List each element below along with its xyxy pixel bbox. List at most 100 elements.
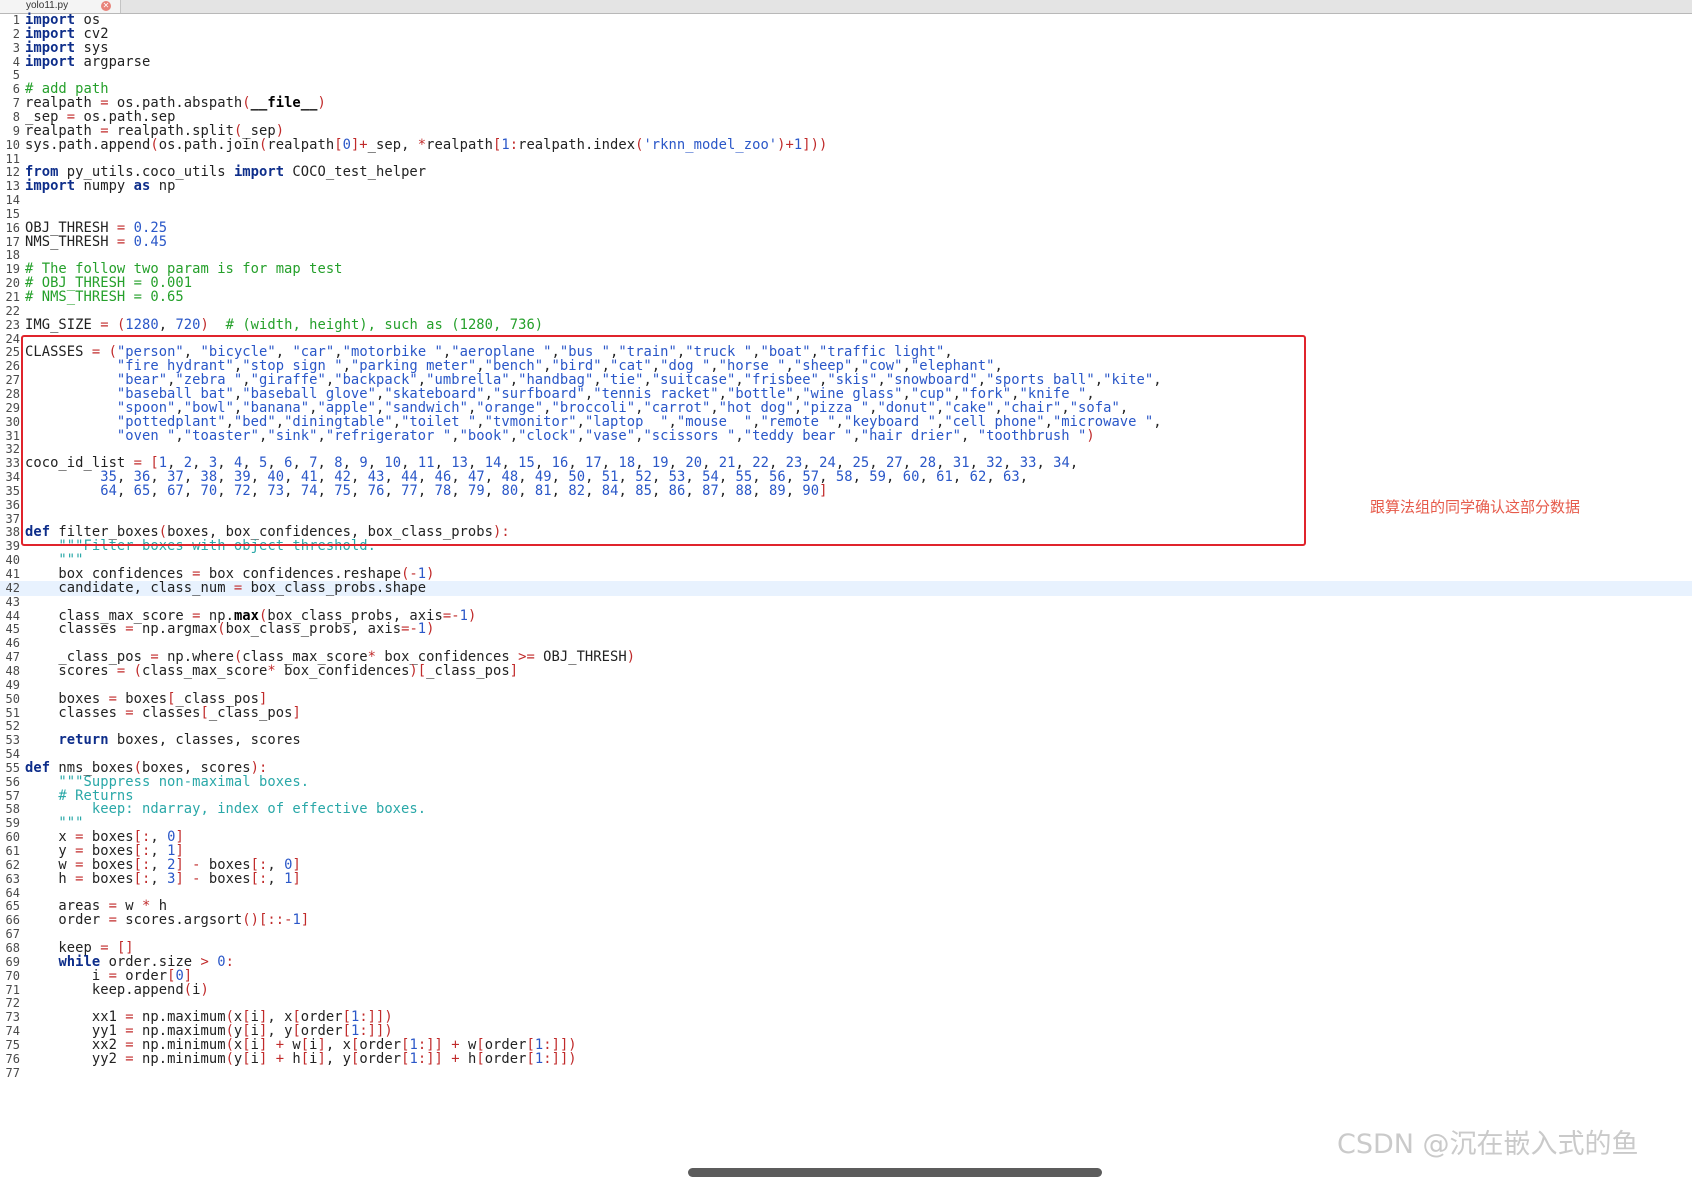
code-line[interactable]: 70 i = order[0] xyxy=(0,968,1692,984)
line-number: 63 xyxy=(5,871,20,886)
line-number: 22 xyxy=(5,303,20,318)
code-line[interactable]: 4 import argparse xyxy=(0,54,1692,70)
line-number: 21 xyxy=(5,290,20,304)
code-line[interactable]: 21 # NMS_THRESH = 0.65 xyxy=(0,290,1692,305)
line-number: 66 xyxy=(5,913,20,928)
code-line[interactable]: 71 keep.append(i) xyxy=(0,982,1692,998)
tab-bar: yolo11.py ✕ xyxy=(0,0,1692,14)
line-number: 28 xyxy=(5,386,20,401)
code-line[interactable]: 66 order = scores.argsort()[::-1] xyxy=(0,913,1692,928)
code-line[interactable]: 42 candidate, class_num = box_class_prob… xyxy=(0,579,1692,596)
line-number: 76 xyxy=(5,1051,20,1066)
code-line[interactable]: 60 x = boxes[:, 0] xyxy=(0,830,1692,845)
line-number: 53 xyxy=(5,733,20,748)
line-number: 72 xyxy=(5,996,20,1011)
code-text: classes = classes[_class_pos] xyxy=(25,704,301,721)
line-number: 77 xyxy=(5,1065,20,1080)
line-number: 46 xyxy=(5,636,20,651)
code-line[interactable]: 10 sys.path.append(os.path.join(realpath[… xyxy=(0,136,1692,153)
code-line[interactable]: 67 xyxy=(0,927,1692,942)
line-number: 1 xyxy=(12,13,20,27)
code-line[interactable]: 12 from py_utils.coco_utils import COCO_t… xyxy=(0,165,1692,180)
line-number: 29 xyxy=(5,400,20,415)
code-line[interactable]: 69 while order.size > 0: xyxy=(0,954,1692,970)
code-line[interactable]: 59 """ xyxy=(0,816,1692,831)
line-number: 70 xyxy=(5,968,20,983)
code-line[interactable]: 64 xyxy=(0,886,1692,901)
code-line[interactable]: 5 xyxy=(0,68,1692,83)
code-line[interactable]: 14 xyxy=(0,193,1692,208)
code-text: keep: ndarray, index of effective boxes. xyxy=(25,801,427,818)
line-number: 58 xyxy=(5,802,20,817)
line-number: 4 xyxy=(12,54,20,69)
line-number: 44 xyxy=(5,608,20,623)
code-line[interactable]: 1 import os xyxy=(0,13,1692,28)
code-line[interactable]: 23 IMG_SIZE = (1280, 720) # (width, heigh… xyxy=(0,317,1692,333)
code-line[interactable]: 68 keep = [] xyxy=(0,940,1692,956)
code-text: return boxes, classes, scores xyxy=(58,732,301,749)
line-number: 34 xyxy=(5,470,20,485)
line-number: 61 xyxy=(5,844,20,858)
close-icon[interactable]: ✕ xyxy=(101,1,111,11)
line-number: 18 xyxy=(5,248,20,263)
code-text: candidate, class_num = box_class_probs.s… xyxy=(25,579,427,596)
line-number: 47 xyxy=(5,650,20,665)
line-number: 25 xyxy=(5,345,20,360)
line-number: 57 xyxy=(5,788,20,803)
code-text: classes = np.argmax(box_class_probs, axi… xyxy=(25,621,435,638)
code-text: sys.path.append(os.path.join(realpath[0]… xyxy=(25,136,828,153)
watermark: CSDN @沉在嵌入式的鱼 xyxy=(1337,1129,1639,1160)
line-number: 67 xyxy=(5,927,20,942)
code-line[interactable]: 15 xyxy=(0,207,1692,222)
line-number: 60 xyxy=(5,830,20,845)
code-line[interactable]: 56 """Suppress non-maximal boxes. xyxy=(0,774,1692,790)
line-number: 27 xyxy=(5,373,20,388)
code-text: import numpy as np xyxy=(25,178,176,195)
code-editor[interactable]: 1 import os 2 import cv2 3 import sys 4 import … xyxy=(0,13,1692,1177)
code-line[interactable]: 51 classes = classes[_class_pos] xyxy=(0,704,1692,721)
code-line[interactable]: 63 h = boxes[:, 3] - boxes[:, 1] xyxy=(0,871,1692,887)
code-line[interactable]: 48 scores = (class_max_score* box_confid… xyxy=(0,663,1692,679)
line-number: 62 xyxy=(5,857,20,872)
line-number: 69 xyxy=(5,954,20,969)
code-line[interactable]: 13 import numpy as np xyxy=(0,179,1692,194)
line-number: 48 xyxy=(5,663,20,678)
line-number: 55 xyxy=(5,760,20,775)
line-number: 37 xyxy=(5,511,20,526)
line-number: 19 xyxy=(5,262,20,277)
code-line[interactable]: 20 # OBJ_THRESH = 0.001 xyxy=(0,276,1692,291)
code-line[interactable]: 2 import cv2 xyxy=(0,26,1692,42)
code-line[interactable]: 77 xyxy=(0,1066,1692,1081)
line-number: 71 xyxy=(5,982,20,997)
code-line[interactable]: 58 keep: ndarray, index of effective box… xyxy=(0,802,1692,817)
line-number: 33 xyxy=(5,456,20,471)
line-number: 50 xyxy=(5,691,20,706)
line-number: 35 xyxy=(5,483,20,498)
code-text: NMS_THRESH = 0.45 xyxy=(25,233,168,250)
line-number: 32 xyxy=(5,442,20,457)
code-line[interactable]: 76 yy2 = np.minimum(y[i] + h[i], y[order… xyxy=(0,1051,1692,1067)
annotation-note: 跟算法组的同学确认这部分数据 xyxy=(1370,498,1581,516)
line-number: 64 xyxy=(5,885,20,900)
horizontal-scrollbar[interactable] xyxy=(688,1168,1102,1177)
code-line[interactable]: 16 OBJ_THRESH = 0.25 xyxy=(0,220,1692,236)
code-line[interactable]: 7 realpath = os.path.abspath(__file__) xyxy=(0,96,1692,111)
code-line[interactable]: 45 classes = np.argmax(box_class_probs, … xyxy=(0,622,1692,637)
line-number: 54 xyxy=(5,747,20,762)
code-line[interactable]: 53 return boxes, classes, scores xyxy=(0,733,1692,748)
line-number: 56 xyxy=(5,774,20,789)
line-number: 59 xyxy=(5,816,20,831)
code-line[interactable]: 17 NMS_THRESH = 0.45 xyxy=(0,233,1692,250)
code-line[interactable]: 3 import sys xyxy=(0,40,1692,56)
line-number: 65 xyxy=(5,899,20,914)
line-number: 14 xyxy=(5,193,20,208)
code-line[interactable]: 19 # The follow two param is for map test xyxy=(0,262,1692,277)
line-number: 7 xyxy=(12,96,20,111)
line-number: 15 xyxy=(5,206,20,221)
line-number: 6 xyxy=(12,82,20,97)
code-text: order = scores.argsort()[::-1] xyxy=(25,912,310,929)
line-number: 5 xyxy=(12,68,20,83)
line-number: 23 xyxy=(5,317,20,332)
line-number: 68 xyxy=(5,940,20,955)
line-number: 43 xyxy=(5,594,20,609)
